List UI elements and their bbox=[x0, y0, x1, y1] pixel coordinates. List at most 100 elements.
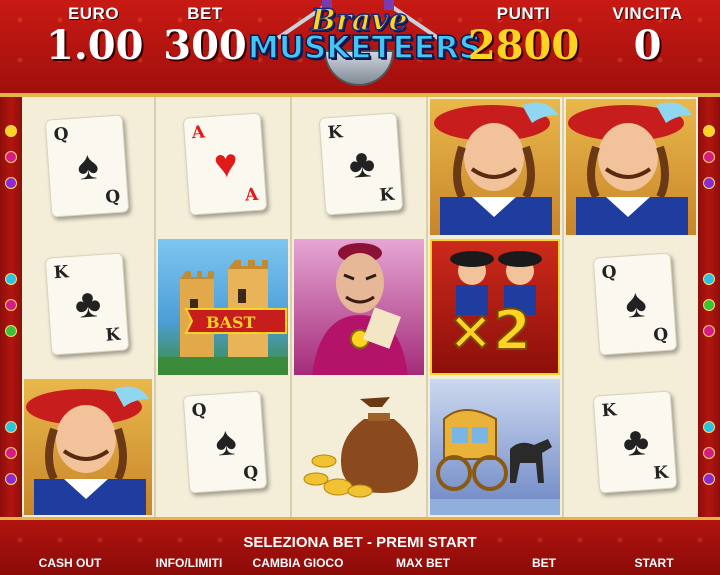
reel-2-row-2: BAST bbox=[156, 237, 290, 377]
card-rank: Q bbox=[652, 324, 669, 346]
castle-icon: BAST bbox=[158, 239, 288, 375]
musketeer-icon bbox=[24, 379, 152, 515]
vincita-label: VINCITA bbox=[612, 4, 683, 23]
payline-jewel-icon bbox=[5, 421, 17, 433]
multiplier-icon: ×2 bbox=[430, 239, 560, 375]
payline-jewel-icon bbox=[703, 273, 715, 285]
payline-jewel-icon bbox=[5, 177, 17, 189]
payline-jewel-icon bbox=[703, 299, 715, 311]
playing-card: Q ♠ Q bbox=[44, 114, 130, 218]
vincita-value: 0 bbox=[633, 22, 662, 69]
top-bar: EURO 1.00 BET 300 Brave MUSKETEERS PUNTI… bbox=[0, 0, 720, 97]
card-rank: K bbox=[327, 122, 344, 144]
multiplier-text: ×2 bbox=[447, 298, 532, 363]
card-rank: K bbox=[652, 462, 669, 484]
musketeer-icon bbox=[566, 99, 696, 235]
card-rank: K bbox=[53, 262, 70, 284]
payline-jewel-icon bbox=[703, 325, 715, 337]
reel-4-row-3 bbox=[428, 377, 562, 517]
musketeer-icon bbox=[430, 99, 560, 235]
info-limits-button[interactable]: INFO/LIMITI bbox=[148, 556, 230, 570]
reel-4-row-1 bbox=[428, 97, 562, 237]
payline-jewel-icon bbox=[5, 325, 17, 337]
reel-4: ×2 bbox=[428, 97, 564, 517]
card-rank: Q bbox=[601, 262, 618, 284]
reel-5-row-1 bbox=[564, 97, 698, 237]
card-rank: Q bbox=[104, 186, 121, 208]
heart-icon: ♥ bbox=[212, 141, 240, 187]
reel-1-row-2: K ♣ K bbox=[22, 237, 154, 377]
spade-icon: ♠ bbox=[623, 281, 649, 327]
left-payline-markers bbox=[0, 97, 22, 517]
status-message: SELEZIONA BET - PREMI START bbox=[243, 534, 477, 551]
bet-label: BET bbox=[187, 4, 223, 23]
carriage-icon bbox=[430, 379, 560, 515]
vincita-display: VINCITA 0 bbox=[600, 4, 695, 68]
card-rank: K bbox=[601, 400, 618, 422]
playing-card: Q ♠ Q bbox=[592, 252, 678, 356]
spade-icon: ♠ bbox=[75, 143, 101, 189]
card-rank: A bbox=[191, 122, 206, 144]
logo-line2: MUSKETEERS bbox=[247, 29, 482, 67]
bet-button[interactable]: BET bbox=[522, 556, 566, 570]
reel-2: A ♥ A BAST Q ♠ Q bbox=[156, 97, 292, 517]
reel-1-row-1: Q ♠ Q bbox=[22, 97, 154, 237]
spade-icon: ♠ bbox=[213, 419, 239, 465]
payline-jewel-icon bbox=[5, 473, 17, 485]
punti-label: PUNTI bbox=[496, 4, 551, 23]
reel-3-row-2 bbox=[292, 237, 426, 377]
payline-jewel-icon bbox=[5, 125, 17, 137]
reel-2-row-3: Q ♠ Q bbox=[156, 377, 290, 517]
reel-1: Q ♠ Q K ♣ K bbox=[22, 97, 156, 517]
payline-jewel-icon bbox=[703, 421, 715, 433]
payline-jewel-icon bbox=[5, 299, 17, 311]
payline-jewel-icon bbox=[5, 273, 17, 285]
payline-jewel-icon bbox=[703, 473, 715, 485]
reel-1-row-3 bbox=[22, 377, 154, 517]
card-rank: A bbox=[244, 184, 259, 206]
cardinal-icon bbox=[294, 239, 424, 375]
club-icon: ♣ bbox=[73, 281, 103, 327]
reel-5-row-3: K ♣ K bbox=[564, 377, 698, 517]
card-rank: Q bbox=[191, 400, 208, 422]
euro-value: 1.00 bbox=[46, 22, 144, 69]
cash-out-button[interactable]: CASH OUT bbox=[30, 556, 110, 570]
payline-jewel-icon bbox=[703, 447, 715, 459]
playing-card: A ♥ A bbox=[182, 112, 268, 216]
reel-3-row-3 bbox=[292, 377, 426, 517]
card-rank: Q bbox=[242, 462, 259, 484]
club-icon: ♣ bbox=[347, 141, 377, 187]
club-icon: ♣ bbox=[621, 419, 651, 465]
payline-jewel-icon bbox=[703, 125, 715, 137]
payline-jewel-icon bbox=[703, 151, 715, 163]
change-game-button[interactable]: CAMBIA GIOCO bbox=[252, 556, 344, 570]
punti-value: 2800 bbox=[467, 22, 580, 69]
reel-3-row-1: K ♣ K bbox=[292, 97, 426, 237]
card-rank: K bbox=[104, 324, 121, 346]
euro-label: EURO bbox=[67, 4, 120, 23]
playing-card: K ♣ K bbox=[44, 252, 130, 356]
payline-jewel-icon bbox=[5, 151, 17, 163]
playing-card: K ♣ K bbox=[318, 112, 404, 216]
reel-3: K ♣ K bbox=[292, 97, 428, 517]
punti-display: PUNTI 2800 bbox=[466, 4, 581, 68]
payline-jewel-icon bbox=[5, 447, 17, 459]
payline-jewel-icon bbox=[703, 177, 715, 189]
reel-5-row-2: Q ♠ Q bbox=[564, 237, 698, 377]
card-rank: K bbox=[378, 184, 395, 206]
playing-card: K ♣ K bbox=[592, 390, 678, 494]
bet-display: BET 300 bbox=[160, 4, 250, 68]
castle-banner-text: BAST bbox=[206, 313, 256, 332]
max-bet-button[interactable]: MAX BET bbox=[388, 556, 458, 570]
slot-reels: Q ♠ Q K ♣ K A ♥ A BAST Q ♠ Q K ♣ K ×2 Q … bbox=[22, 97, 698, 517]
game-logo: Brave MUSKETEERS bbox=[247, 0, 482, 92]
gold-bag-icon bbox=[294, 379, 424, 515]
playing-card: Q ♠ Q bbox=[182, 390, 268, 494]
reel-4-row-2: ×2 bbox=[428, 237, 562, 377]
reel-5: Q ♠ Q K ♣ K bbox=[564, 97, 698, 517]
euro-display: EURO 1.00 bbox=[46, 4, 144, 69]
start-button[interactable]: START bbox=[626, 556, 682, 570]
right-payline-markers bbox=[698, 97, 720, 517]
card-rank: Q bbox=[53, 124, 70, 146]
bet-value: 300 bbox=[163, 22, 247, 69]
